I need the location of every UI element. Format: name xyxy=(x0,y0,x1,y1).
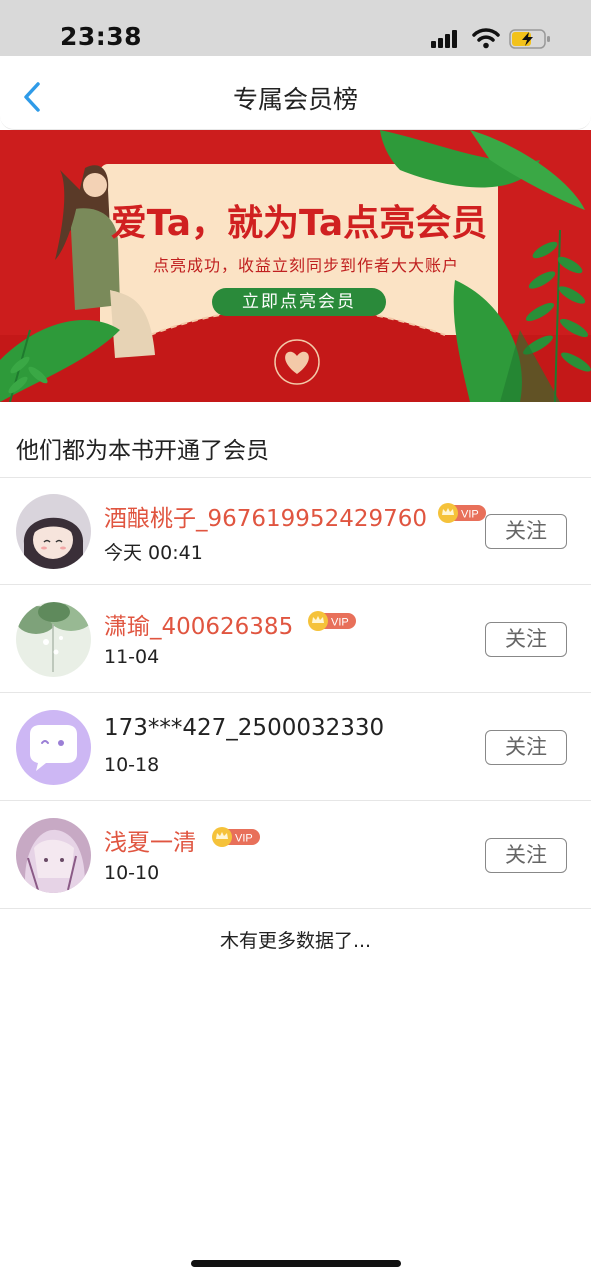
member-date: 10-18 xyxy=(104,754,160,776)
member-date: 11-04 xyxy=(104,646,160,668)
member-row[interactable]: 173***427_2500032330 10-18 关注 xyxy=(0,694,591,801)
banner-subtitle: 点亮成功，收益立刻同步到作者大大账户 xyxy=(152,256,459,275)
no-more-data-text: 木有更多数据了... xyxy=(219,930,372,952)
follow-button[interactable]: 关注 xyxy=(485,730,567,765)
page-title: 专属会员榜 xyxy=(232,85,358,114)
member-name[interactable]: 173***427_2500032330 xyxy=(104,715,384,741)
svg-text:VIP: VIP xyxy=(331,617,349,629)
member-row[interactable]: 潇瑜_400626385 VIP 11-04 关注 xyxy=(0,586,591,693)
avatar[interactable] xyxy=(16,818,91,893)
banner-title: 爱Ta，就为Ta点亮会员 xyxy=(110,203,488,244)
member-row[interactable]: 酒酿桃子_967619952429760 VIP 今天 00:41 关注 xyxy=(0,478,591,585)
cellular-signal-icon xyxy=(431,30,463,48)
member-name[interactable]: 酒酿桃子_967619952429760 xyxy=(104,499,427,533)
avatar[interactable] xyxy=(16,494,91,569)
section-title: 他们都为本书开通了会员 xyxy=(16,438,269,464)
follow-button[interactable]: 关注 xyxy=(485,838,567,873)
member-row[interactable]: 浅夏一清 VIP 10-10 关注 xyxy=(0,802,591,909)
light-up-membership-button[interactable]: 立即点亮会员 xyxy=(212,288,386,316)
vip-badge-icon: VIP xyxy=(438,503,486,523)
member-date: 10-10 xyxy=(104,862,160,884)
battery-charging-icon xyxy=(509,29,550,49)
svg-text:VIP: VIP xyxy=(461,509,479,521)
member-date: 今天 00:41 xyxy=(104,542,203,564)
svg-text:VIP: VIP xyxy=(235,833,253,845)
navigation-bar: 专属会员榜 xyxy=(0,56,591,130)
follow-button[interactable]: 关注 xyxy=(485,514,567,549)
promo-banner[interactable]: 爱Ta，就为Ta点亮会员 点亮成功，收益立刻同步到作者大大账户 立即点亮会员 xyxy=(0,130,591,402)
status-bar: 23:38 xyxy=(0,0,591,56)
home-indicator[interactable] xyxy=(191,1260,401,1267)
avatar-default-chat-icon[interactable] xyxy=(16,710,91,785)
follow-button[interactable]: 关注 xyxy=(485,622,567,657)
vip-badge-icon: VIP xyxy=(308,611,356,631)
avatar[interactable] xyxy=(16,602,91,677)
vip-badge-icon: VIP xyxy=(212,827,260,847)
status-time: 23:38 xyxy=(60,22,143,51)
wifi-icon xyxy=(472,28,500,49)
member-name[interactable]: 潇瑜_400626385 xyxy=(104,607,293,641)
member-name[interactable]: 浅夏一清 xyxy=(104,823,196,857)
